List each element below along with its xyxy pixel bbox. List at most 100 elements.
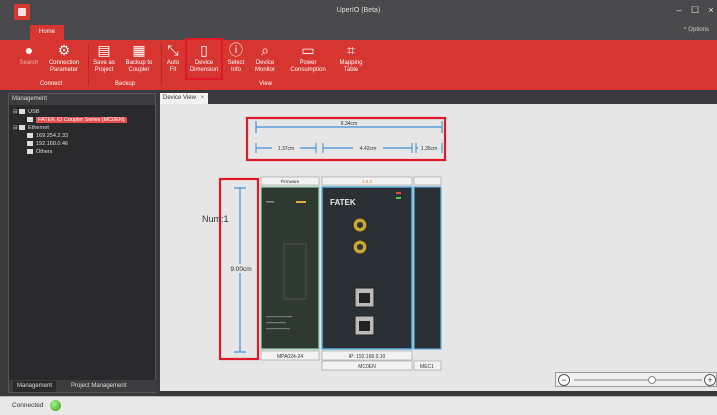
auto-fit-button[interactable]: ⤡ Auto Fit	[163, 42, 183, 80]
tree-label: Others	[36, 149, 53, 155]
tree-label: Ethernet	[28, 125, 49, 131]
seg1-width-text: 1.37cm	[278, 146, 294, 152]
group-view-label: View	[259, 81, 272, 87]
save-as-project-label: Save as Project	[93, 60, 115, 73]
device-tree: ⊟ USB FATEK IO Coupler Series (MC0EN) ⊟ …	[9, 105, 155, 156]
select-info-button[interactable]: ⓘ Select Info	[225, 42, 247, 80]
connection-status: Connected	[12, 402, 44, 409]
status-led	[396, 192, 401, 194]
tree-label: USB	[28, 109, 40, 115]
module-detail	[266, 316, 292, 318]
device-monitor-label: Device Monitor	[254, 60, 275, 73]
module-led	[296, 201, 306, 203]
minimize-button[interactable]: –	[672, 4, 686, 16]
tree-node-ip-2[interactable]: 192.168.0.46	[9, 140, 155, 148]
gear-icon: ⚙	[57, 42, 71, 58]
ethernet-port-socket	[359, 321, 370, 331]
width-dimension-group: 6.34cm 1.37cm 4.42cm 1.35cm	[255, 121, 443, 153]
module-body	[260, 186, 320, 350]
zoom-in-icon[interactable]: +	[704, 374, 716, 386]
tree-label: 192.168.0.46	[36, 141, 69, 147]
tree-label: 169.254.2.33	[36, 133, 69, 139]
module-bottom-label: MC0EN	[358, 364, 376, 370]
module-bottom-label: MPA024-24	[277, 354, 303, 360]
ribbon-separator	[161, 44, 162, 86]
module-bottom-label: MEC1	[420, 364, 434, 370]
module-top-label: Firmware	[281, 179, 300, 184]
mapping-table-button[interactable]: ⌗ Mapping Table	[334, 42, 368, 80]
document-tabs: Device View ×	[160, 93, 717, 104]
num-label: Num:1	[202, 214, 229, 224]
ethernet-port-socket	[359, 293, 370, 303]
title-bar: UperIO (Beta) – ☐ ×	[0, 0, 717, 24]
coupler-icon	[27, 117, 33, 123]
ribbon: ● Search ⚙ Connection Parameter Connect …	[0, 38, 717, 90]
ribbon-separator	[88, 44, 89, 86]
network-device-icon	[27, 141, 33, 147]
tab-home[interactable]: Home	[30, 25, 64, 40]
close-button[interactable]: ×	[704, 4, 717, 16]
status-bar: Connected	[0, 396, 717, 415]
network-device-icon	[27, 149, 33, 155]
search-button[interactable]: ● Search	[18, 42, 40, 80]
module-detail	[266, 328, 290, 330]
auto-fit-label: Auto Fit	[166, 60, 180, 73]
ribbon-tab-row: Home ^ Options	[0, 24, 717, 40]
usb-icon	[19, 109, 26, 115]
height-dimension-group: 9.00cm	[227, 187, 255, 353]
app-window: UperIO (Beta) – ☐ × Home ^ Options ● Sea…	[0, 0, 717, 415]
backup-icon: ▦	[132, 42, 146, 58]
tab-project-management[interactable]: Project Management	[67, 381, 130, 392]
zoom-track[interactable]	[574, 379, 702, 381]
power-consumption-label: Power Consumption	[290, 60, 326, 73]
info-icon: ⓘ	[229, 42, 243, 58]
connection-parameter-label: Connection Parameter	[48, 60, 80, 73]
tab-close-icon[interactable]: ×	[201, 95, 205, 101]
magnifier-icon: ⌕	[261, 42, 269, 58]
tab-device-view-label: Device View	[163, 95, 196, 101]
tree-node-others[interactable]: Others	[9, 148, 155, 156]
tree-node-ethernet[interactable]: ⊟ Ethernet	[9, 124, 155, 132]
device-dimension-highlight	[185, 38, 223, 80]
maximize-button[interactable]: ☐	[688, 4, 702, 16]
fit-arrows-icon: ⤡	[167, 42, 179, 58]
power-consumption-button[interactable]: ▭ Power Consumption	[285, 42, 331, 80]
backup-to-coupler-label: Backup to Coupler	[125, 60, 153, 73]
save-as-project-button[interactable]: ▤ Save as Project	[92, 42, 116, 80]
status-led	[396, 197, 401, 199]
module-mec1[interactable]: MEC1	[413, 176, 442, 371]
group-connect-label: Connect	[39, 81, 63, 87]
select-info-label: Select Info	[227, 60, 245, 73]
tab-device-view[interactable]: Device View ×	[160, 93, 208, 104]
tree-label: FATEK IO Coupler Series (MC0EN)	[36, 117, 127, 123]
module-mc0en[interactable]: 1.0.2 FATEK IP: 192.168.0.10 MC0EN	[321, 176, 413, 371]
tree-node-usb[interactable]: ⊟ USB	[9, 108, 155, 116]
device-view-drawing: 6.34cm 1.37cm 4.42cm 1.35cm 9.00cm Num:1…	[202, 116, 447, 371]
height-text: 9.00cm	[230, 266, 251, 273]
connection-status-icon	[50, 400, 61, 411]
connection-parameter-button[interactable]: ⚙ Connection Parameter	[44, 42, 84, 80]
device-view-canvas[interactable]: 6.34cm 1.37cm 4.42cm 1.35cm 9.00cm Num:1…	[160, 104, 717, 391]
tree-node-coupler[interactable]: FATEK IO Coupler Series (MC0EN)	[9, 116, 155, 124]
zoom-out-icon[interactable]: −	[558, 374, 570, 386]
tree-node-ip-1[interactable]: 169.254.2.33	[9, 132, 155, 140]
device-monitor-button[interactable]: ⌕ Device Monitor	[250, 42, 280, 80]
mapping-table-icon: ⌗	[347, 42, 355, 58]
zoom-control[interactable]: − +	[555, 372, 717, 387]
tab-management[interactable]: Management	[13, 381, 57, 392]
rotary-switch-core	[357, 244, 363, 250]
zoom-thumb[interactable]	[648, 376, 656, 384]
window-title: UperIO (Beta)	[336, 7, 381, 14]
management-header: Management	[9, 94, 155, 105]
panel-bottom-tabs: Management Project Management	[9, 380, 157, 392]
backup-to-coupler-button[interactable]: ▦ Backup to Coupler	[120, 42, 158, 80]
module-body	[413, 186, 442, 350]
seg2-width-text: 4.42cm	[360, 146, 376, 152]
management-panel: Management ⊟ USB FATEK IO Coupler Series…	[8, 93, 157, 393]
save-project-icon: ▤	[97, 42, 111, 58]
module-mpa024[interactable]: Firmware MPA024-24	[260, 176, 320, 361]
search-label: Search	[19, 60, 39, 66]
options-menu[interactable]: ^ Options	[684, 27, 709, 33]
network-device-icon	[27, 133, 33, 139]
brand-label: FATEK	[330, 198, 356, 207]
